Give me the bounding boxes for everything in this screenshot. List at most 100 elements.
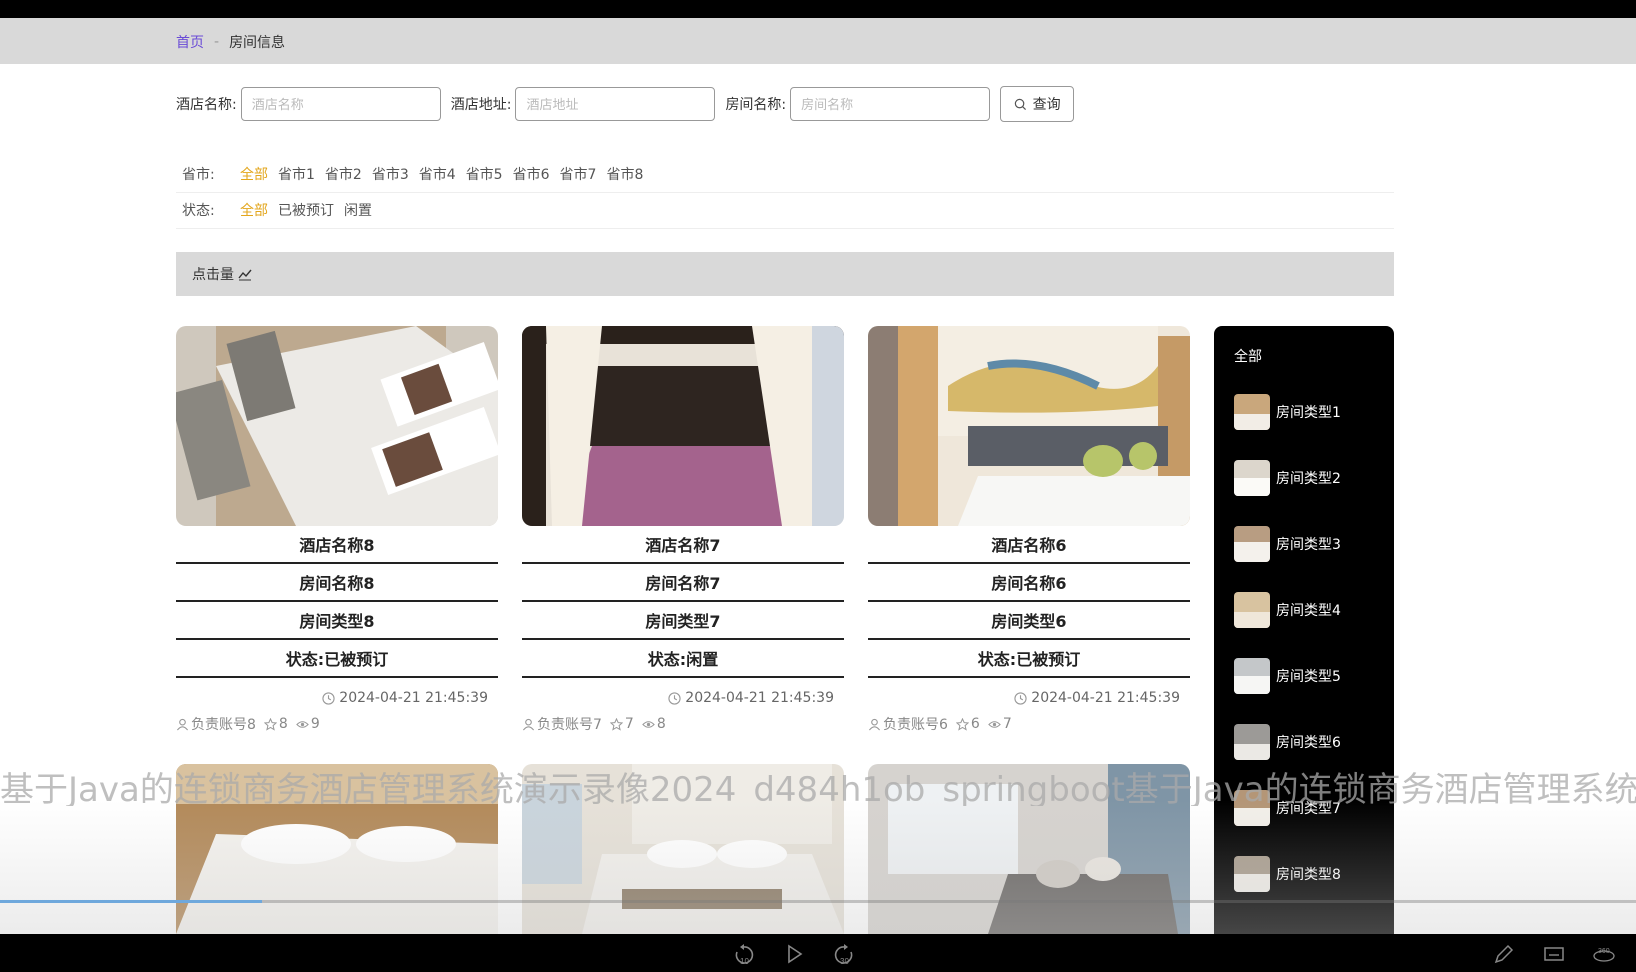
- hotel-name-input[interactable]: [240, 87, 441, 121]
- breadcrumb-separator: -: [214, 34, 220, 50]
- room-status: 状态:已被预订: [176, 640, 498, 678]
- card-account: 负责账号7: [522, 714, 602, 734]
- room-type-sidebar: 全部 房间类型1 房间类型2 房间类型3 房间类型4 房间类型5 房间类型6 房…: [1214, 326, 1394, 936]
- search-icon: [1014, 98, 1026, 110]
- hotel-name: 酒店名称6: [868, 526, 1190, 564]
- card-stars: 7: [609, 716, 634, 732]
- card-stars-count: 7: [624, 716, 634, 732]
- user-icon: [176, 718, 189, 730]
- sidebar-item-room-type-6[interactable]: 房间类型6: [1234, 724, 1341, 760]
- card-account: 负责账号8: [176, 714, 256, 734]
- card-meta: 负责账号6 6 7: [868, 714, 1190, 734]
- province-option-3[interactable]: 省市3: [372, 164, 409, 184]
- vr-360-icon[interactable]: 360: [1592, 942, 1616, 966]
- room-card[interactable]: 酒店名称6 房间名称6 房间类型6 状态:已被预订 2024-04-21 21:…: [868, 326, 1190, 734]
- sidebar-item-room-type-3[interactable]: 房间类型3: [1234, 526, 1341, 562]
- rewind-10-icon[interactable]: 10: [732, 942, 756, 966]
- room-name: 房间名称6: [868, 564, 1190, 602]
- card-views-count: 9: [310, 716, 320, 732]
- breadcrumb-bar: 首页 - 房间信息: [0, 18, 1636, 64]
- card-views-count: 8: [656, 716, 666, 732]
- room-image[interactable]: [176, 326, 498, 526]
- sidebar-item-room-type-1[interactable]: 房间类型1: [1234, 394, 1341, 430]
- room-name-input[interactable]: [790, 87, 991, 121]
- province-option-5[interactable]: 省市5: [466, 164, 503, 184]
- sidebar-item-room-type-5[interactable]: 房间类型5: [1234, 658, 1341, 694]
- province-option-4[interactable]: 省市4: [419, 164, 456, 184]
- card-account-text: 负责账号6: [883, 717, 948, 733]
- sidebar-item-room-type-8[interactable]: 房间类型8: [1234, 856, 1341, 892]
- hotel-address-input[interactable]: [515, 87, 716, 121]
- province-option-1[interactable]: 省市1: [278, 164, 315, 184]
- card-views: 9: [296, 716, 320, 732]
- room-type: 房间类型6: [868, 602, 1190, 640]
- room-image[interactable]: [868, 326, 1190, 526]
- card-stars: 6: [955, 716, 980, 732]
- sidebar-item-label: 房间类型6: [1276, 735, 1341, 751]
- sidebar-item-label: 房间类型5: [1276, 669, 1341, 685]
- star-icon: [263, 717, 277, 731]
- room-type-thumbnail: [1234, 460, 1270, 496]
- video-progress-bar[interactable]: [0, 900, 1636, 903]
- room-status: 状态:已被预订: [868, 640, 1190, 678]
- sort-label: 点击量: [192, 267, 234, 283]
- card-stars-count: 6: [970, 716, 980, 732]
- room-type-thumbnail: [1234, 526, 1270, 562]
- card-date-text: 2024-04-21 21:45:39: [1031, 690, 1180, 706]
- room-type: 房间类型8: [176, 602, 498, 640]
- breadcrumb: 首页 - 房间信息: [176, 32, 285, 52]
- sidebar-item-all[interactable]: 全部: [1234, 346, 1262, 366]
- breadcrumb-current: 房间信息: [229, 35, 286, 51]
- clock-icon: [668, 691, 681, 705]
- province-option-2[interactable]: 省市2: [325, 164, 362, 184]
- room-type-thumbnail: [1234, 658, 1270, 694]
- province-option-8[interactable]: 省市8: [606, 164, 643, 184]
- room-card[interactable]: 酒店名称8 房间名称8 房间类型8 状态:已被预订 2024-04-21 21:…: [176, 326, 498, 734]
- eye-icon: [296, 720, 309, 728]
- subtitle-icon[interactable]: [1542, 942, 1566, 966]
- star-icon: [609, 717, 623, 731]
- status-option-all[interactable]: 全部: [240, 200, 268, 220]
- room-card[interactable]: 酒店名称7 房间名称7 房间类型7 状态:闲置 2024-04-21 21:45…: [522, 326, 844, 734]
- breadcrumb-home-link[interactable]: 首页: [176, 32, 204, 52]
- card-meta: 负责账号7 7 8: [522, 714, 844, 734]
- province-option-all[interactable]: 全部: [240, 164, 268, 184]
- sidebar-item-room-type-2[interactable]: 房间类型2: [1234, 460, 1341, 496]
- svg-text:360: 360: [1598, 948, 1610, 955]
- sidebar-item-label: 房间类型8: [1276, 867, 1341, 883]
- sidebar-item-label: 房间类型3: [1276, 537, 1341, 553]
- card-stars-count: 8: [278, 716, 288, 732]
- room-type: 房间类型7: [522, 602, 844, 640]
- video-top-bar: [0, 0, 1636, 18]
- eye-icon: [988, 720, 1001, 728]
- clock-icon: [322, 691, 335, 705]
- card-date-text: 2024-04-21 21:45:39: [339, 690, 488, 706]
- room-name: 房间名称7: [522, 564, 844, 602]
- province-option-7[interactable]: 省市7: [560, 164, 597, 184]
- sidebar-item-room-type-4[interactable]: 房间类型4: [1234, 592, 1341, 628]
- sidebar-item-label: 房间类型2: [1276, 471, 1341, 487]
- card-date: 2024-04-21 21:45:39: [176, 690, 498, 706]
- card-account: 负责账号6: [868, 714, 948, 734]
- search-button[interactable]: 查询: [1000, 86, 1075, 122]
- pencil-icon[interactable]: [1492, 942, 1516, 966]
- status-option-idle[interactable]: 闲置: [344, 200, 372, 220]
- search-button-label: 查询: [1032, 97, 1061, 113]
- room-type-thumbnail: [1234, 856, 1270, 892]
- forward-30-icon[interactable]: 30: [832, 942, 856, 966]
- card-stars: 8: [263, 716, 288, 732]
- video-controls: 10 30 360: [0, 934, 1636, 972]
- status-option-booked[interactable]: 已被预订: [278, 200, 334, 220]
- status-filter-row: 状态: 全部 已被预订 闲置: [176, 192, 1394, 229]
- play-icon[interactable]: [782, 942, 806, 966]
- sort-by-clicks-button[interactable]: 点击量: [192, 264, 252, 284]
- room-image[interactable]: [522, 326, 844, 526]
- room-type-thumbnail: [1234, 592, 1270, 628]
- card-account-text: 负责账号7: [537, 717, 602, 733]
- sidebar-item-label: 房间类型4: [1276, 603, 1341, 619]
- card-account-text: 负责账号8: [191, 717, 256, 733]
- card-views-count: 7: [1002, 716, 1012, 732]
- video-progress-fill: [0, 900, 262, 903]
- hotel-name: 酒店名称8: [176, 526, 498, 564]
- province-option-6[interactable]: 省市6: [513, 164, 550, 184]
